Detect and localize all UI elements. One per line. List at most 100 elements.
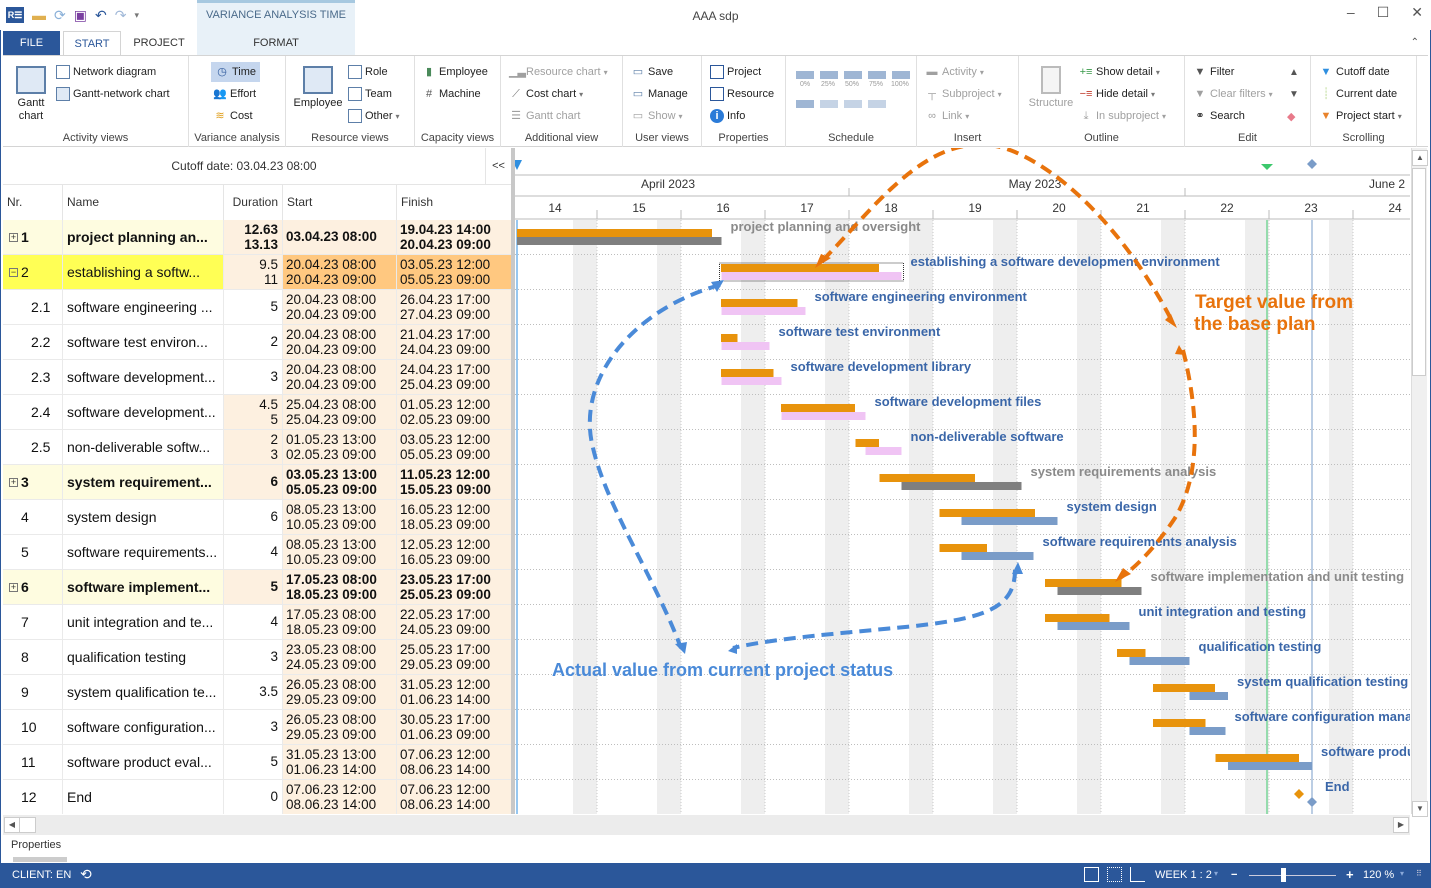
horizontal-scroll-thumb[interactable] [20,817,36,833]
column-header-finish[interactable]: Finish [397,185,511,221]
tab-file[interactable]: FILE [3,31,60,56]
actual-bar[interactable] [1057,587,1142,595]
cell-name[interactable]: unit integration and te... [63,605,224,639]
collapse-ribbon-icon[interactable]: ⌃ [1411,37,1419,48]
manage-views-button[interactable]: ▭ Manage [631,84,688,104]
target-bar[interactable] [1117,649,1146,657]
cell-name[interactable]: software implement... [63,570,224,604]
cell-name[interactable]: system requirement... [63,465,224,499]
additional-gantt-chart-button[interactable]: ☰ Gantt chart [509,106,580,126]
vertical-scroll-thumb[interactable] [1412,168,1426,376]
project-properties-button[interactable]: Project [710,62,761,82]
tab-start[interactable]: START [63,31,121,56]
target-milestone[interactable] [1294,789,1304,799]
progress-75-button[interactable] [868,71,886,79]
info-button[interactable]: i Info [710,106,745,126]
capacity-employee-button[interactable]: ▮ Employee [422,62,488,82]
hide-detail-dropdown[interactable]: −≡ Hide detail ▾ [1079,84,1155,104]
expand-icon[interactable]: + [9,583,18,592]
target-bar[interactable] [721,264,879,272]
scroll-current-date-button[interactable]: ┊ Current date [1319,84,1397,104]
eraser-icon[interactable]: ◆ [1287,106,1295,126]
table-row[interactable]: 2.4 software development... 4.5 5 25.04.23 0… [3,395,511,430]
tab-format[interactable]: FORMAT [197,31,355,56]
actual-bar[interactable] [1228,762,1312,770]
column-header-name[interactable]: Name [63,185,224,221]
expand-icon[interactable]: + [9,478,18,487]
gantt-network-chart-button[interactable]: Gantt-network chart [56,84,170,104]
actual-bar[interactable] [865,447,902,455]
cell-name[interactable]: establishing a softw... [63,255,224,289]
insert-subproject-dropdown[interactable]: ┬ Subproject ▾ [925,84,1002,104]
actual-bar[interactable] [1189,727,1226,735]
sync-icon[interactable]: ⟲ [80,866,92,883]
target-bar[interactable] [939,544,988,552]
gantt-view-icon[interactable] [1084,867,1099,882]
team-button[interactable]: Team [348,84,392,104]
target-bar[interactable] [721,334,738,342]
zoom-level[interactable]: 120 % [1363,869,1394,881]
zoom-out-button[interactable]: − [1231,869,1237,881]
actual-milestone[interactable] [1307,797,1317,807]
column-header-nr[interactable]: Nr. [3,185,63,221]
join-button[interactable] [844,100,862,108]
table-row[interactable]: 10 software configuration... 3 26.05.23 08:… [3,710,511,745]
table-row[interactable]: +1 project planning an... 12.63 13.13 03.04.… [3,220,511,255]
capacity-view-icon[interactable] [1130,867,1145,882]
target-bar[interactable] [879,474,976,482]
zoom-slider-track[interactable] [1249,875,1336,876]
scroll-right-icon[interactable]: ▶ [1393,817,1409,833]
minimize-icon[interactable]: – [1347,4,1355,21]
properties-tab[interactable]: Properties [11,839,61,851]
actual-bar[interactable] [1189,692,1229,700]
actual-bar[interactable] [721,342,770,350]
actual-bar[interactable] [961,552,1034,560]
target-bar[interactable] [721,299,798,307]
show-detail-dropdown[interactable]: +≡ Show detail ▾ [1079,62,1160,82]
capacity-machine-button[interactable]: # Machine [422,84,481,104]
table-row[interactable]: 2.1 software engineering ... 5 20.04.23 08:… [3,290,511,325]
cell-name[interactable]: software engineering ... [63,290,224,324]
show-view-dropdown[interactable]: ▭ Show ▾ [631,106,683,126]
target-bar[interactable] [1045,614,1110,622]
cell-name[interactable]: system design [63,500,224,534]
actual-bar[interactable] [961,517,1058,525]
role-button[interactable]: Role [348,62,388,82]
cell-name[interactable]: software configuration... [63,710,224,744]
reschedule-dropdown[interactable] [868,100,886,108]
insert-link-dropdown[interactable]: ∞ Link ▾ [925,106,969,126]
target-bar[interactable] [939,509,1036,517]
structure-dropdown[interactable]: Structure [1025,66,1077,110]
clear-filters-dropdown[interactable]: ▼ Clear filters ▾ [1193,84,1273,104]
column-header-duration[interactable]: Duration [224,185,283,221]
employee-view-button[interactable]: Employee [292,66,344,110]
cell-name[interactable]: software requirements... [63,535,224,569]
table-row[interactable]: 9 system qualification te... 3.5 26.05.23 0… [3,675,511,710]
move-up-icon[interactable]: ▲ [1289,62,1299,82]
cell-name[interactable]: software product eval... [63,745,224,779]
save-view-button[interactable]: ▭ Save [631,62,673,82]
cell-name[interactable]: project planning an... [63,220,224,254]
target-bar[interactable] [855,439,880,447]
other-dropdown[interactable]: Other ▾ [348,106,400,126]
resize-grip-icon[interactable]: ⠿ [1416,869,1422,878]
target-bar[interactable] [517,229,712,237]
table-row[interactable]: 5 software requirements... 4 08.05.23 13:00… [3,535,511,570]
resource-properties-button[interactable]: Resource [710,84,774,104]
table-row[interactable]: +3 system requirement... 6 03.05.23 13:00 05… [3,465,511,500]
table-row[interactable]: +6 software implement... 5 17.05.23 08:00 18… [3,570,511,605]
target-bar[interactable] [1153,719,1206,727]
cell-name[interactable]: system qualification te... [63,675,224,709]
zoom-slider-thumb[interactable] [1281,868,1286,882]
zoom-in-button[interactable]: + [1346,867,1354,882]
actual-bar[interactable] [721,307,806,315]
expand-icon[interactable]: + [9,233,18,242]
table-row[interactable]: 2.2 software test environ... 2 20.04.23 08:… [3,325,511,360]
table-row[interactable]: 7 unit integration and te... 4 17.05.23 08:… [3,605,511,640]
actual-bar[interactable] [1057,622,1130,630]
variance-effort-button[interactable]: 👥 Effort [213,84,256,104]
tab-project[interactable]: PROJECT [126,31,192,56]
table-row[interactable]: 4 system design 6 08.05.23 13:00 10.05.23 09… [3,500,511,535]
filter-button[interactable]: ▼ Filter [1193,62,1235,82]
actual-bar[interactable] [517,237,722,245]
